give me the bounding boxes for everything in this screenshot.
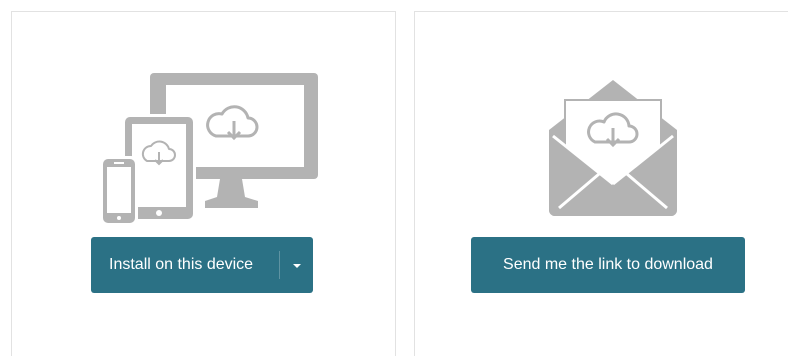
send-download-link-button[interactable]: Send me the link to download: [471, 237, 745, 293]
download-options-page: Install on this device Send me the link …: [0, 0, 788, 356]
envelope-cloud-download-icon: [549, 80, 677, 216]
caret-down-icon: [292, 264, 301, 268]
devices-cloud-download-icon: [100, 73, 318, 226]
install-card: Install on this device: [11, 11, 396, 356]
install-on-device-button[interactable]: Install on this device: [91, 237, 313, 293]
send-link-card: Send me the link to download: [414, 11, 788, 356]
install-button-label: Install on this device: [109, 256, 254, 273]
install-options-dropdown-toggle[interactable]: [280, 237, 313, 293]
send-button-label: Send me the link to download: [503, 256, 713, 273]
